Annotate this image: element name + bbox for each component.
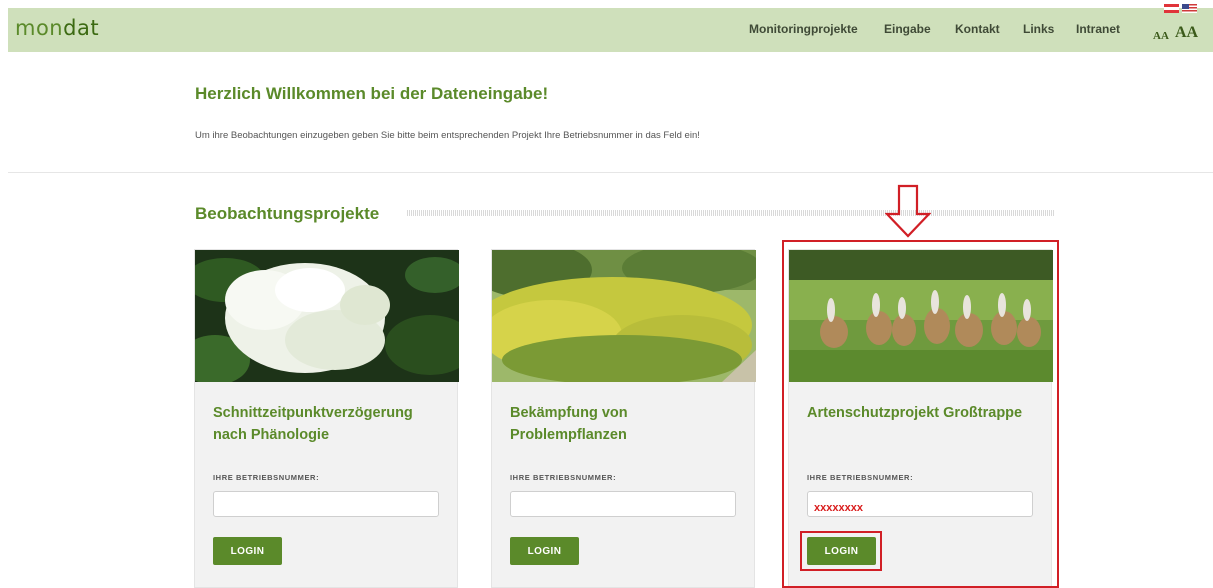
highlight-frame-login-button xyxy=(800,531,882,571)
site-logo[interactable]: mondat xyxy=(15,16,99,40)
down-arrow-icon xyxy=(885,184,931,238)
project-card-schnittzeitpunkt: Schnittzeitpunktverzögerung nach Phänolo… xyxy=(194,249,459,588)
project-title: Bekämpfung von Problempflanzen xyxy=(510,405,628,443)
nav-monitoringprojekte[interactable]: Monitoringprojekte xyxy=(749,22,858,36)
login-button[interactable]: LOGIN xyxy=(510,537,579,565)
project-title: Schnittzeitpunktverzögerung nach Phänolo… xyxy=(213,405,413,443)
logo-text-dat: dat xyxy=(63,16,100,40)
font-size-large-button[interactable]: AA xyxy=(1175,24,1198,42)
divider xyxy=(8,172,1213,173)
top-navigation-bar: mondat Monitoringprojekte Eingabe Kontak… xyxy=(8,8,1213,52)
us-flag-icon[interactable] xyxy=(1182,4,1197,13)
language-switcher xyxy=(1164,4,1200,14)
welcome-instructions: Um ihre Beobachtungen einzugeben geben S… xyxy=(195,130,700,141)
section-title-rule xyxy=(407,210,1055,216)
goldenrod-meadow-photo-icon xyxy=(492,250,756,382)
logo-text-mon: mon xyxy=(15,16,64,40)
betriebsnummer-label: IHRE BETRIEBSNUMMER: xyxy=(510,473,617,482)
login-button[interactable]: LOGIN xyxy=(213,537,282,565)
elderflower-photo-icon xyxy=(195,250,459,382)
betriebsnummer-input[interactable] xyxy=(510,491,736,517)
project-card-problempflanzen: Bekämpfung von Problempflanzen IHRE BETR… xyxy=(491,249,756,588)
betriebsnummer-input[interactable] xyxy=(213,491,439,517)
betriebsnummer-label: IHRE BETRIEBSNUMMER: xyxy=(213,473,320,482)
nav-eingabe[interactable]: Eingabe xyxy=(884,22,931,36)
font-size-small-button[interactable]: AA xyxy=(1153,30,1169,42)
nav-kontakt[interactable]: Kontakt xyxy=(955,22,1000,36)
nav-intranet[interactable]: Intranet xyxy=(1076,22,1120,36)
nav-links[interactable]: Links xyxy=(1023,22,1054,36)
section-title: Beobachtungsprojekte xyxy=(195,204,380,223)
austria-flag-icon[interactable] xyxy=(1164,4,1179,13)
page-title: Herzlich Willkommen bei der Dateneingabe… xyxy=(195,84,549,103)
